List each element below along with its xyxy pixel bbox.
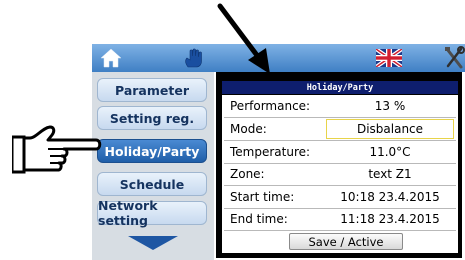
row-divider [224, 230, 456, 231]
temperature-value[interactable]: 11.0°C [326, 142, 454, 162]
row-divider [224, 185, 456, 186]
zone-value[interactable]: text Z1 [326, 164, 454, 184]
uk-flag-icon[interactable] [376, 49, 402, 67]
home-icon[interactable] [100, 47, 122, 69]
mode-value[interactable]: Disbalance [326, 119, 454, 139]
performance-label: Performance: [230, 99, 311, 113]
start-time-label: Start time: [230, 190, 295, 204]
pointing-hand-icon [12, 125, 102, 174]
temperature-label: Temperature: [230, 145, 311, 159]
row-divider [224, 140, 456, 141]
pointer-arrow-icon [217, 3, 270, 74]
save-active-button[interactable]: Save / Active [289, 233, 403, 250]
end-time-value[interactable]: 11:18 23.4.2015 [326, 209, 454, 229]
end-time-label: End time: [230, 212, 288, 226]
menu-item-holiday-party[interactable]: Holiday/Party [97, 139, 207, 163]
menu-item-network-setting[interactable]: Network setting [97, 198, 207, 228]
menu-item-setting-reg[interactable]: Setting reg. [97, 106, 207, 130]
mode-label: Mode: [230, 122, 267, 136]
start-time-value[interactable]: 10:18 23.4.2015 [326, 187, 454, 207]
performance-value[interactable]: 13 % [326, 96, 454, 116]
zone-label: Zone: [230, 167, 265, 181]
scroll-down-icon[interactable] [128, 236, 178, 250]
menu-item-schedule[interactable]: Schedule [97, 172, 207, 196]
tools-icon[interactable] [444, 46, 465, 70]
dialog-title: Holiday/Party [222, 81, 458, 94]
row-divider [224, 117, 456, 118]
menu-item-parameter[interactable]: Parameter [97, 78, 207, 102]
